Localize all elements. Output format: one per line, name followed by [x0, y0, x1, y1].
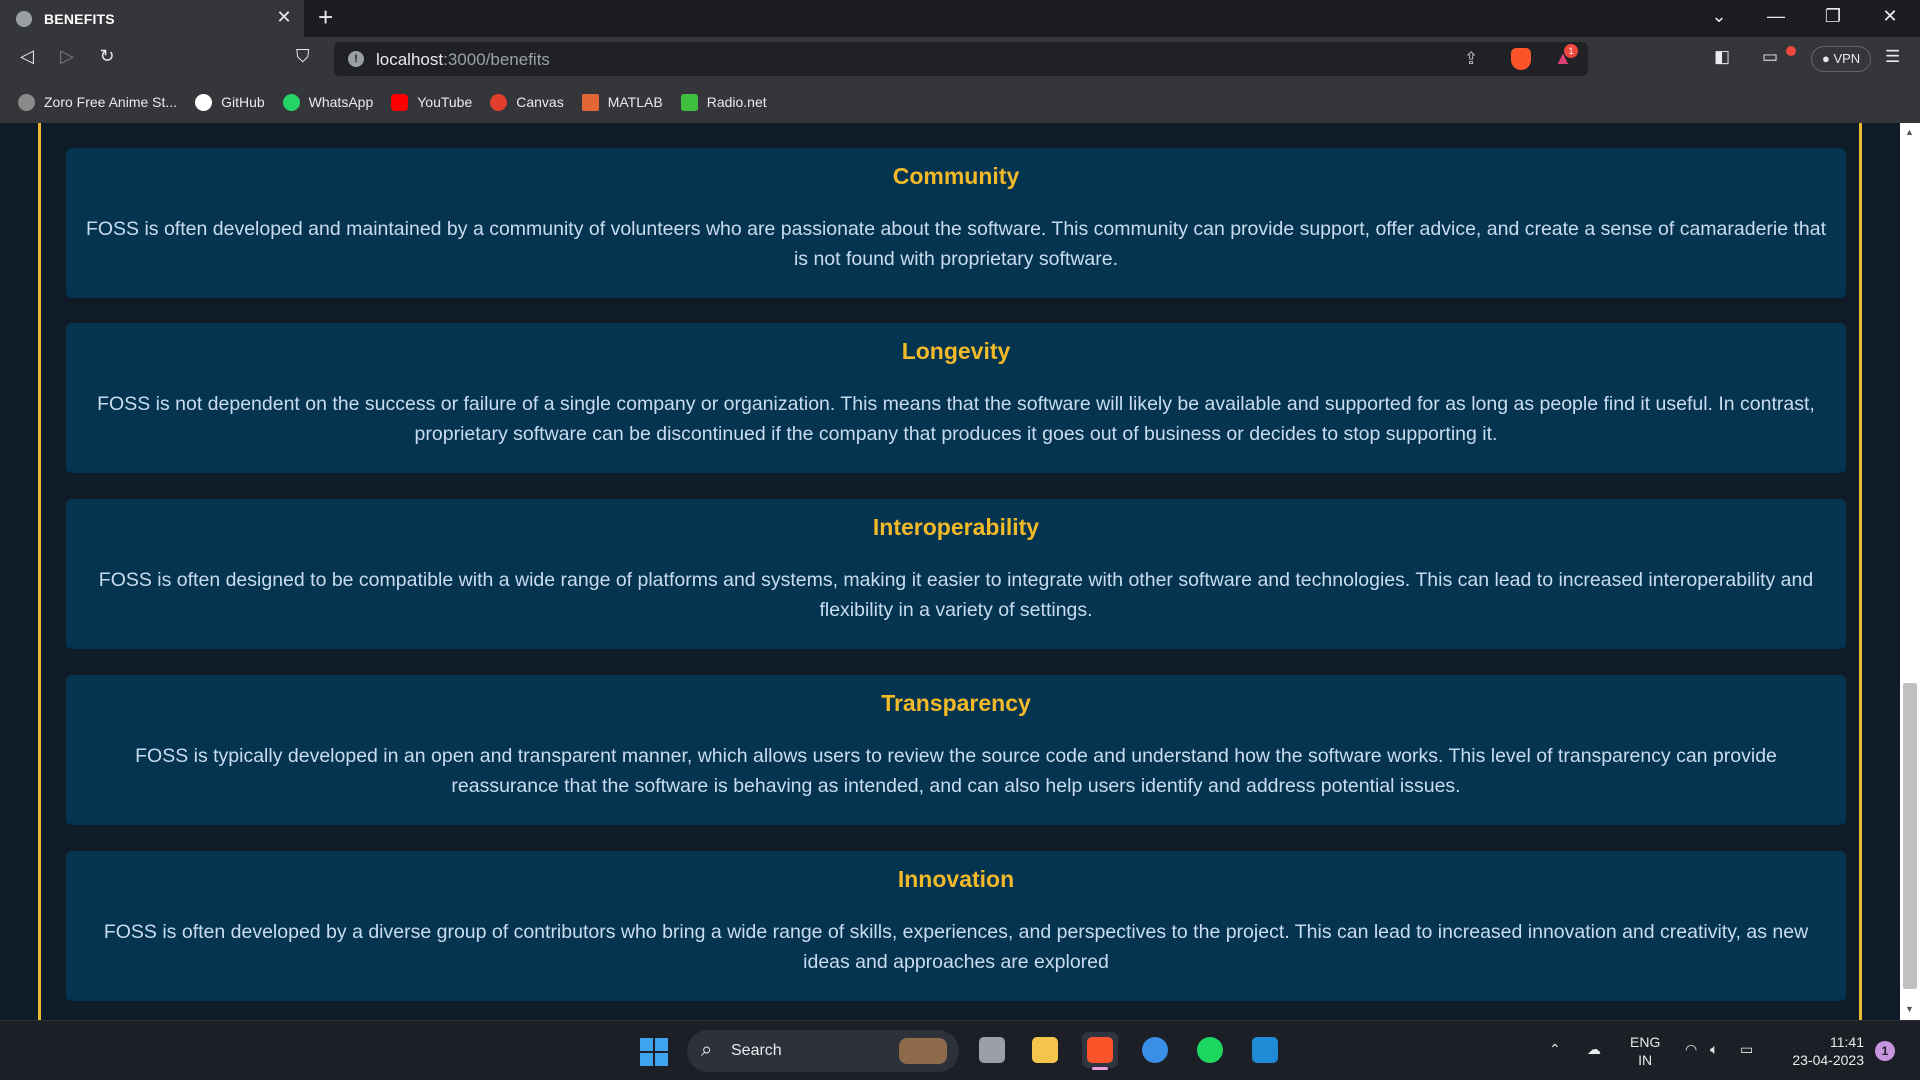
bookmark-label: YouTube [417, 94, 473, 110]
whatsapp-icon [282, 93, 300, 111]
forward-button[interactable]: ▷ [54, 46, 80, 67]
vscode-icon[interactable] [1247, 1032, 1283, 1068]
language-code: ENG [1630, 1034, 1661, 1050]
task-view-icon[interactable] [974, 1032, 1010, 1068]
bookmark-radio[interactable]: Radio.net [680, 93, 767, 111]
benefit-card-community: Community FOSS is often developed and ma… [66, 148, 1846, 298]
bookmark-youtube[interactable]: YouTube [391, 93, 473, 111]
volume-icon[interactable]: 🔈︎ [1710, 1041, 1718, 1058]
clock-date: 23-04-2023 [1792, 1052, 1864, 1068]
chrome-icon[interactable] [1137, 1032, 1173, 1068]
card-title: Innovation [897, 866, 1015, 892]
vpn-button[interactable]: ● VPN [1811, 46, 1872, 72]
language-region: IN [1638, 1052, 1653, 1068]
search-icon: ⌕ [701, 1039, 713, 1061]
card-text: FOSS is typically developed in an open a… [135, 745, 1777, 797]
scroll-thumb[interactable] [1903, 683, 1917, 989]
new-tab-button[interactable]: + [318, 2, 333, 33]
bookmarks-bar: Zoro Free Anime St... GitHub WhatsApp Yo… [0, 81, 1920, 123]
globe-icon [16, 10, 32, 27]
rewards-badge: 1 [1564, 44, 1578, 58]
bookmark-label: Zoro Free Anime St... [44, 94, 178, 110]
browser-toolbar: ◁ ▷ ↻ ⛉ ! localhost:3000/benefits ⇪ ▲ 1 … [0, 37, 1920, 81]
card-text: FOSS is often developed by a diverse gro… [103, 921, 1809, 973]
brave-taskbar-icon[interactable] [1082, 1032, 1118, 1070]
bookmark-zoro[interactable]: Zoro Free Anime St... [18, 93, 178, 111]
bookmark-github[interactable]: GitHub [195, 93, 265, 111]
taskbar: ⌕ Search ⌃ ☁ ENG IN ◠ 🔈︎ ▭ 11:41 23-04-2… [0, 1020, 1920, 1080]
page-viewport: Community FOSS is often developed and ma… [0, 123, 1900, 1020]
tab-search-chevron-icon[interactable]: ⌄ [1704, 6, 1734, 27]
bookmark-matlab[interactable]: MATLAB [581, 93, 663, 111]
address-bar[interactable]: ! localhost:3000/benefits ⇪ ▲ 1 [334, 42, 1588, 76]
card-text: FOSS is not dependent on the success or … [97, 393, 1815, 445]
benefit-card-interoperability: Interoperability FOSS is often designed … [66, 499, 1846, 649]
language-indicator[interactable]: ENG IN [1630, 1033, 1660, 1069]
battery-icon[interactable]: ▭ [1740, 1041, 1753, 1058]
restore-button[interactable]: ❐ [1818, 6, 1848, 27]
wallet-notification-dot [1786, 46, 1796, 56]
scroll-up-icon[interactable]: ▲ [1905, 127, 1914, 137]
benefit-card-transparency: Transparency FOSS is typically developed… [66, 675, 1846, 825]
taskbar-search[interactable]: ⌕ Search [687, 1030, 959, 1072]
card-title: Transparency [881, 690, 1031, 716]
active-app-indicator [1092, 1067, 1108, 1070]
page-scrollbar[interactable]: ▲ ▼ [1900, 123, 1920, 1020]
reload-button[interactable]: ↻ [94, 46, 120, 67]
canvas-icon [490, 93, 508, 111]
minimize-button[interactable]: — [1761, 6, 1791, 27]
card-title: Interoperability [872, 514, 1040, 540]
site-info-icon[interactable]: ! [348, 51, 364, 67]
show-hidden-icons-chevron-icon[interactable]: ⌃ [1549, 1041, 1561, 1058]
close-window-button[interactable]: ✕ [1875, 6, 1905, 27]
card-text: FOSS is often designed to be compatible … [98, 569, 1814, 621]
onedrive-icon[interactable]: ☁ [1587, 1041, 1601, 1058]
file-explorer-icon[interactable] [1027, 1032, 1063, 1068]
windows-start-icon[interactable] [640, 1038, 668, 1066]
bookmark-label: MATLAB [607, 94, 663, 110]
bookmark-icon[interactable]: ⛉ [296, 46, 310, 67]
title-bar: BENEFITS ✕ + ⌄ — ❐ ✕ [0, 0, 1920, 37]
back-button[interactable]: ◁ [14, 46, 40, 67]
youtube-icon [391, 93, 409, 111]
bookmark-label: GitHub [221, 94, 265, 110]
spotify-icon[interactable] [1192, 1032, 1228, 1068]
vpn-label: VPN [1833, 51, 1861, 66]
clock-time: 11:41 [1830, 1034, 1864, 1050]
bookmark-whatsapp[interactable]: WhatsApp [282, 93, 374, 111]
url-text[interactable]: localhost:3000/benefits [376, 50, 550, 70]
bookmark-label: WhatsApp [308, 94, 374, 110]
scroll-down-icon[interactable]: ▼ [1905, 1004, 1914, 1014]
github-icon [195, 93, 213, 111]
share-icon[interactable]: ⇪ [1464, 49, 1478, 69]
notification-badge[interactable]: 1 [1875, 1041, 1895, 1061]
zoro-icon [18, 93, 35, 111]
menu-icon[interactable]: ☰ [1885, 47, 1900, 67]
tab-benefits[interactable]: BENEFITS ✕ [0, 0, 304, 37]
taskbar-clock[interactable]: 11:41 23-04-2023 [1780, 1033, 1864, 1069]
card-title: Longevity [901, 338, 1011, 364]
radio-icon [680, 93, 698, 111]
bookmark-canvas[interactable]: Canvas [490, 93, 564, 111]
bookmark-label: Canvas [516, 94, 564, 110]
search-highlight-image [899, 1038, 947, 1064]
card-text: FOSS is often developed and maintained b… [85, 218, 1827, 270]
card-title: Community [892, 163, 1020, 189]
url-path: :3000/benefits [443, 50, 550, 69]
sidebar-toggle-icon[interactable]: ◧ [1714, 47, 1730, 67]
wifi-icon[interactable]: ◠ [1685, 1041, 1697, 1058]
brave-shields-icon[interactable] [1511, 48, 1531, 70]
matlab-icon [581, 93, 599, 111]
benefit-card-longevity: Longevity FOSS is not dependent on the s… [66, 323, 1846, 473]
bookmark-label: Radio.net [706, 94, 767, 110]
close-tab-icon[interactable]: ✕ [274, 7, 294, 28]
url-host: localhost [376, 50, 444, 69]
search-label: Search [731, 1042, 782, 1059]
tab-title: BENEFITS [44, 10, 115, 27]
wallet-icon[interactable]: ▭ [1762, 47, 1778, 67]
benefit-card-innovation: Innovation FOSS is often developed by a … [66, 851, 1846, 1001]
